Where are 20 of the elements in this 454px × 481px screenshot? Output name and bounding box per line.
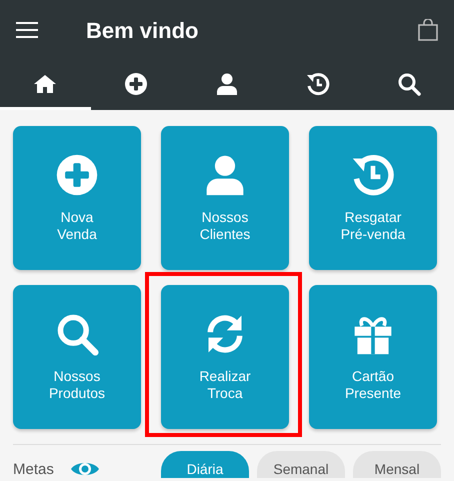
plus-circle-icon [124, 72, 148, 96]
menu-icon[interactable] [16, 22, 38, 38]
shopping-bag-icon[interactable] [418, 19, 438, 41]
menu-tile[interactable]: Realizar Troca [161, 285, 289, 429]
plus-circle-icon [55, 153, 99, 197]
menu-tile[interactable]: Cartão Presente [309, 285, 437, 429]
period-tab[interactable]: Diária [161, 451, 249, 478]
period-tab[interactable]: Semanal [257, 451, 345, 478]
search-icon [396, 72, 421, 96]
menu-tile[interactable]: Nova Venda [13, 126, 141, 270]
history-icon [306, 72, 330, 96]
menu-tile[interactable]: Nossos Produtos [13, 285, 141, 429]
goals-label: Metas [13, 461, 54, 478]
menu-tile[interactable]: Nossos Clientes [161, 126, 289, 270]
period-tab[interactable]: Mensal [353, 451, 441, 478]
search-icon [55, 312, 99, 356]
app-title: Bem vindo [86, 16, 198, 44]
user-icon [214, 72, 239, 96]
menu-tile[interactable]: Resgatar Pré-venda [309, 126, 437, 270]
history-icon [351, 153, 395, 197]
